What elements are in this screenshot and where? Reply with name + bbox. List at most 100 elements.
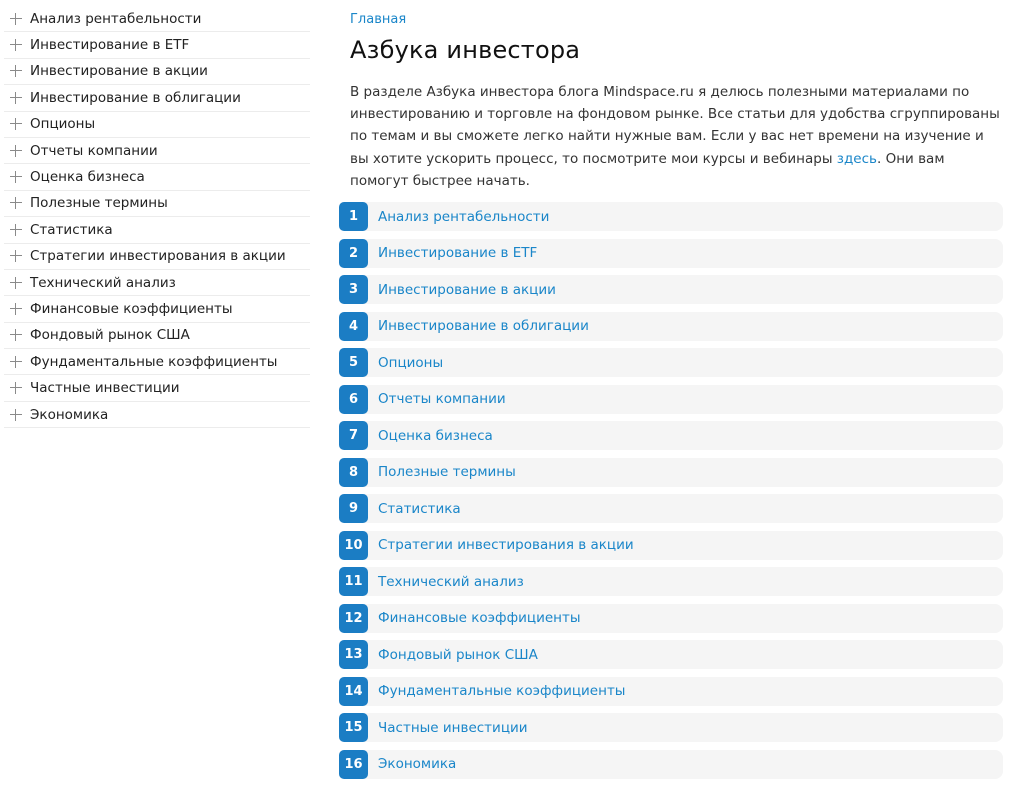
- topic-number-badge: 7: [339, 421, 368, 450]
- sidebar-item[interactable]: Полезные термины: [4, 191, 310, 218]
- plus-icon[interactable]: [8, 37, 24, 53]
- sidebar-item[interactable]: Стратегии инвестирования в акции: [4, 244, 310, 270]
- topic-number-badge: 3: [339, 275, 368, 304]
- sidebar-item-label[interactable]: Отчеты компании: [30, 143, 158, 159]
- courses-link[interactable]: здесь: [837, 151, 877, 167]
- main-content: Главная Азбука инвестора В разделе Азбук…: [350, 8, 1006, 192]
- topic-link[interactable]: Стратегии инвестирования в акции: [378, 537, 634, 553]
- sidebar-item-label[interactable]: Инвестирование в облигации: [30, 90, 241, 106]
- topic-number-badge: 13: [339, 640, 368, 669]
- topic-link[interactable]: Инвестирование в облигации: [378, 318, 589, 334]
- plus-icon[interactable]: [8, 195, 24, 211]
- sidebar-item-label[interactable]: Фундаментальные коэффициенты: [30, 354, 277, 370]
- topic-link[interactable]: Отчеты компании: [378, 391, 506, 407]
- topic-number-badge: 9: [339, 494, 368, 523]
- sidebar-item[interactable]: Фундаментальные коэффициенты: [4, 349, 310, 376]
- sidebar-item-label[interactable]: Оценка бизнеса: [30, 169, 145, 185]
- topic-link[interactable]: Инвестирование в акции: [378, 282, 556, 298]
- plus-icon[interactable]: [8, 248, 24, 264]
- page-title: Азбука инвестора: [350, 36, 581, 64]
- sidebar-item[interactable]: Частные инвестиции: [4, 375, 310, 402]
- sidebar-item[interactable]: Инвестирование в акции: [4, 59, 310, 86]
- topic-item[interactable]: 15 Частные инвестиции: [339, 713, 1003, 742]
- plus-icon[interactable]: [8, 63, 24, 79]
- plus-icon[interactable]: [8, 407, 24, 423]
- topic-number-badge: 16: [339, 749, 368, 779]
- plus-icon[interactable]: [8, 275, 24, 291]
- topic-number-badge: 2: [339, 238, 368, 268]
- sidebar-item-label[interactable]: Стратегии инвестирования в акции: [30, 248, 286, 264]
- intro-paragraph: В разделе Азбука инвестора блога Mindspa…: [350, 81, 1000, 192]
- sidebar-item[interactable]: Инвестирование в ETF: [4, 32, 310, 59]
- topic-number-badge: 8: [339, 457, 368, 487]
- topic-number-badge: 1: [339, 202, 368, 231]
- breadcrumb-home-link[interactable]: Главная: [350, 11, 406, 29]
- topic-item[interactable]: 11 Технический анализ: [339, 567, 1003, 596]
- topic-item[interactable]: 2 Инвестирование в ETF: [339, 238, 1003, 268]
- topic-item[interactable]: 13 Фондовый рынок США: [339, 640, 1003, 669]
- plus-icon[interactable]: [8, 301, 24, 317]
- sidebar-item-label[interactable]: Технический анализ: [30, 275, 176, 291]
- topic-link[interactable]: Анализ рентабельности: [378, 209, 549, 225]
- topic-item[interactable]: 8 Полезные термины: [339, 457, 1003, 487]
- topic-link[interactable]: Оценка бизнеса: [378, 428, 493, 444]
- topic-item[interactable]: 7 Оценка бизнеса: [339, 421, 1003, 450]
- sidebar-item-label[interactable]: Полезные термины: [30, 195, 168, 211]
- topic-item[interactable]: 4 Инвестирование в облигации: [339, 311, 1003, 341]
- topic-number-badge: 4: [339, 311, 368, 341]
- plus-icon[interactable]: [8, 143, 24, 159]
- topic-number-badge: 11: [339, 567, 368, 596]
- sidebar-item[interactable]: Статистика: [4, 217, 310, 244]
- plus-icon[interactable]: [8, 169, 24, 185]
- topic-link[interactable]: Финансовые коэффициенты: [378, 610, 581, 626]
- sidebar-item-label[interactable]: Статистика: [30, 222, 113, 238]
- sidebar-item-label[interactable]: Анализ рентабельности: [30, 11, 201, 27]
- sidebar-item[interactable]: Финансовые коэффициенты: [4, 296, 310, 323]
- topic-link[interactable]: Экономика: [378, 756, 456, 772]
- topic-link[interactable]: Статистика: [378, 501, 461, 517]
- topic-link[interactable]: Фундаментальные коэффициенты: [378, 683, 625, 699]
- plus-icon[interactable]: [8, 327, 24, 343]
- topic-link[interactable]: Инвестирование в ETF: [378, 245, 537, 261]
- topic-item[interactable]: 5 Опционы: [339, 348, 1003, 377]
- sidebar-item-label[interactable]: Инвестирование в акции: [30, 63, 208, 79]
- sidebar-item-label[interactable]: Частные инвестиции: [30, 380, 180, 396]
- sidebar-item-label[interactable]: Финансовые коэффициенты: [30, 301, 233, 317]
- sidebar-item[interactable]: Технический анализ: [4, 270, 310, 297]
- topic-item[interactable]: 12 Финансовые коэффициенты: [339, 603, 1003, 633]
- sidebar-item[interactable]: Отчеты компании: [4, 138, 310, 165]
- sidebar-item[interactable]: Экономика: [4, 402, 310, 429]
- plus-icon[interactable]: [8, 354, 24, 370]
- topic-item[interactable]: 6 Отчеты компании: [339, 384, 1003, 414]
- sidebar-item[interactable]: Анализ рентабельности: [4, 6, 310, 33]
- topic-item[interactable]: 1 Анализ рентабельности: [339, 202, 1003, 231]
- topic-link[interactable]: Частные инвестиции: [378, 720, 528, 736]
- topic-number-badge: 15: [339, 713, 368, 742]
- topic-number-badge: 5: [339, 348, 368, 377]
- plus-icon[interactable]: [8, 90, 24, 106]
- plus-icon[interactable]: [8, 116, 24, 132]
- sidebar-item[interactable]: Оценка бизнеса: [4, 164, 310, 191]
- topic-link[interactable]: Опционы: [378, 355, 443, 371]
- sidebar-item-label[interactable]: Фондовый рынок США: [30, 327, 190, 343]
- sidebar-item[interactable]: Фондовый рынок США: [4, 323, 310, 350]
- topic-link[interactable]: Фондовый рынок США: [378, 647, 538, 663]
- sidebar-item[interactable]: Инвестирование в облигации: [4, 85, 310, 112]
- topic-item[interactable]: 3 Инвестирование в акции: [339, 275, 1003, 304]
- topic-number-badge: 14: [339, 676, 368, 706]
- topic-link[interactable]: Технический анализ: [378, 574, 524, 590]
- topic-list: 1 Анализ рентабельности 2 Инвестирование в…: [339, 202, 1003, 786]
- topic-link[interactable]: Полезные термины: [378, 464, 516, 480]
- topic-item[interactable]: 16 Экономика: [339, 749, 1003, 779]
- topic-item[interactable]: 9 Статистика: [339, 494, 1003, 523]
- plus-icon[interactable]: [8, 11, 24, 27]
- sidebar-item-label[interactable]: Инвестирование в ETF: [30, 37, 189, 53]
- sidebar-item-label[interactable]: Экономика: [30, 407, 108, 423]
- sidebar-item-label[interactable]: Опционы: [30, 116, 95, 132]
- topic-item[interactable]: 14 Фундаментальные коэффициенты: [339, 676, 1003, 706]
- plus-icon[interactable]: [8, 380, 24, 396]
- plus-icon[interactable]: [8, 222, 24, 238]
- topic-number-badge: 10: [339, 530, 368, 560]
- topic-item[interactable]: 10 Стратегии инвестирования в акции: [339, 530, 1003, 560]
- sidebar-item[interactable]: Опционы: [4, 112, 310, 138]
